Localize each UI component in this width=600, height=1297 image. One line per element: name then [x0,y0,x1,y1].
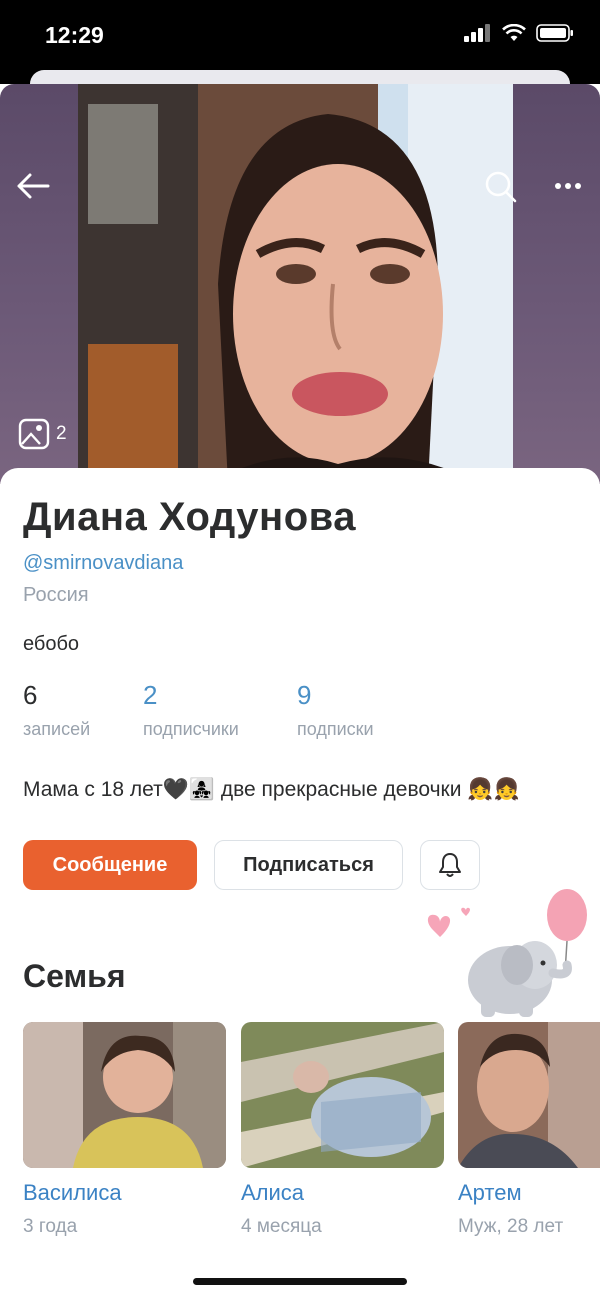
stat-followers-value: 2 [143,680,158,710]
home-indicator[interactable] [193,1278,407,1285]
profile-country: Россия [23,584,89,606]
family-member-name[interactable]: Артем [458,1180,600,1206]
family-member-relation: 4 месяца [241,1216,322,1237]
photo-count-value: 2 [56,423,67,444]
family-title: Семья [23,958,126,994]
gallery-icon [18,418,50,450]
status-icons [464,24,574,42]
battery-icon [536,24,573,42]
family-member-relation: 3 года [23,1216,78,1237]
photo-count[interactable]: 2 [18,418,67,450]
subscribe-button[interactable]: Подписаться [214,840,403,890]
profile-about: Мама с 18 лет🖤👩‍👧‍👧 две прекрасные девоч… [23,778,520,801]
back-arrow-icon[interactable] [16,172,50,200]
cover-photo-area[interactable] [0,84,600,484]
profile-status: ебобо [23,633,80,655]
family-member-photo[interactable] [458,1022,600,1168]
stat-posts-value: 6 [23,680,38,710]
stat-followers[interactable]: 2 подписчики [143,680,239,740]
notifications-button[interactable] [420,840,480,890]
stat-following-label: подписки [297,719,374,739]
stat-posts[interactable]: 6 записей [23,680,90,740]
family-member-photo[interactable] [23,1022,226,1168]
stat-following-value: 9 [297,680,312,710]
wifi-icon [502,24,526,41]
elephant-sticker-icon [427,889,587,1017]
family-member-photo[interactable] [241,1022,444,1168]
more-icon[interactable] [554,182,582,190]
stat-followers-label: подписчики [143,719,239,739]
search-icon[interactable] [484,170,518,204]
bell-icon [439,853,461,877]
family-member[interactable]: Артем Муж, 28 лет [458,1022,600,1238]
signal-icon [464,24,490,42]
family-member[interactable]: Василиса 3 года [23,1022,226,1238]
message-button[interactable]: Сообщение [23,840,197,890]
profile-name: Диана Ходунова [23,495,356,539]
stat-posts-label: записей [23,719,91,739]
status-time: 12:29 [45,22,104,48]
family-member-name[interactable]: Алиса [241,1180,444,1206]
family-member-name[interactable]: Василиса [23,1180,226,1206]
family-member[interactable]: Алиса 4 месяца [241,1022,444,1238]
stat-following[interactable]: 9 подписки [297,680,374,740]
cover-photo[interactable] [78,84,513,484]
profile-handle[interactable]: @smirnovavdiana [23,552,183,575]
family-member-relation: Муж, 28 лет [458,1216,564,1237]
